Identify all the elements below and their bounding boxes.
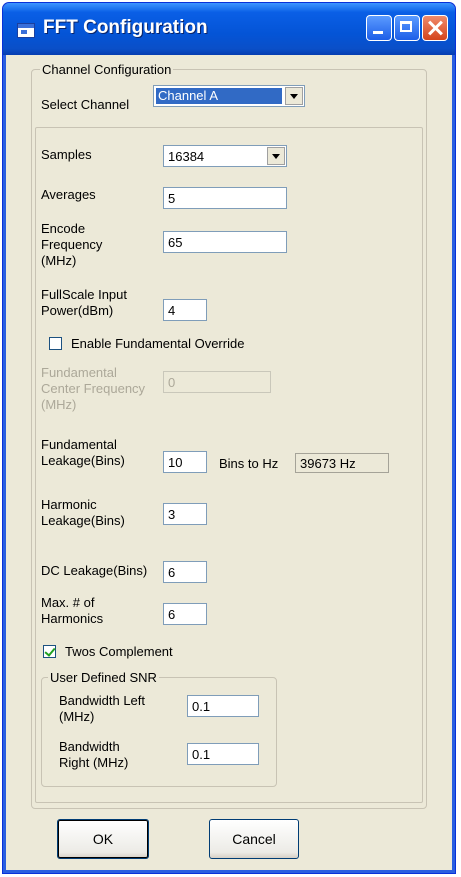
- title-bar[interactable]: FFT Configuration: [3, 3, 455, 55]
- fundamental-center-label-line1: Fundamental: [41, 365, 117, 380]
- fft-configuration-window: FFT Configuration Channel Configuration …: [2, 2, 456, 874]
- max-harmonics-input[interactable]: 6: [163, 603, 207, 625]
- max-harmonics-label-line1: Max. # of: [41, 595, 95, 610]
- minimize-button[interactable]: [366, 15, 392, 41]
- chevron-down-icon[interactable]: [267, 147, 285, 165]
- fullscale-input-label-line2: Power(dBm): [41, 303, 114, 318]
- averages-input[interactable]: 5: [163, 187, 287, 209]
- fundamental-center-frequency-input[interactable]: 0: [163, 371, 271, 393]
- user-defined-snr-legend: User Defined SNR: [48, 670, 159, 685]
- harmonic-leakage-label-line1: Harmonic: [41, 497, 97, 512]
- fundamental-leakage-input[interactable]: 10: [163, 451, 207, 473]
- twos-complement-label[interactable]: Twos Complement: [65, 644, 173, 659]
- harmonic-leakage-label-line2: Leakage(Bins): [41, 513, 125, 528]
- twos-complement-checkbox[interactable]: [43, 645, 56, 658]
- samples-select[interactable]: 16384: [163, 145, 287, 167]
- dc-leakage-input[interactable]: 6: [163, 561, 207, 583]
- close-button[interactable]: [422, 15, 448, 41]
- dc-leakage-label: DC Leakage(Bins): [41, 563, 148, 578]
- channel-configuration-legend: Channel Configuration: [40, 62, 174, 77]
- bandwidth-right-label-line2: Right (MHz): [59, 755, 129, 770]
- bins-to-hz-value: 39673 Hz: [295, 453, 389, 473]
- encode-frequency-label-line3: (MHz): [41, 253, 77, 268]
- channel-select-value: Channel A: [158, 88, 218, 103]
- averages-label: Averages: [41, 187, 96, 202]
- bandwidth-left-label-line2: (MHz): [59, 709, 95, 724]
- bandwidth-right-input[interactable]: 0.1: [187, 743, 259, 765]
- fundamental-center-label-line3: (MHz): [41, 397, 77, 412]
- enable-fundamental-override-checkbox[interactable]: [49, 337, 62, 350]
- chevron-down-icon[interactable]: [285, 87, 303, 105]
- bins-to-hz-label: Bins to Hz: [219, 456, 279, 471]
- enable-fundamental-override-label[interactable]: Enable Fundamental Override: [71, 336, 244, 351]
- bandwidth-right-label-line1: Bandwidth: [59, 739, 120, 754]
- encode-frequency-label-line2: Frequency: [41, 237, 103, 252]
- fundamental-center-label-line2: Center Frequency: [41, 381, 146, 396]
- bandwidth-left-label-line1: Bandwidth Left: [59, 693, 146, 708]
- max-harmonics-label-line2: Harmonics: [41, 611, 104, 626]
- cancel-button[interactable]: Cancel: [209, 819, 299, 859]
- fullscale-power-input[interactable]: 4: [163, 299, 207, 321]
- channel-select-highlight: Channel A: [156, 88, 282, 104]
- bandwidth-left-input[interactable]: 0.1: [187, 695, 259, 717]
- maximize-button[interactable]: [394, 15, 420, 41]
- samples-select-value: 16384: [168, 149, 205, 164]
- channel-select[interactable]: Channel A: [153, 85, 305, 107]
- encode-frequency-input[interactable]: 65: [163, 231, 287, 253]
- select-channel-label: Select Channel: [41, 97, 130, 112]
- fundamental-leakage-label-line1: Fundamental: [41, 437, 117, 452]
- samples-label: Samples: [41, 147, 92, 162]
- encode-frequency-label-line1: Encode: [41, 221, 86, 236]
- fundamental-leakage-label-line2: Leakage(Bins): [41, 453, 125, 468]
- fullscale-input-label-line1: FullScale Input: [41, 287, 127, 302]
- window-app-icon: [17, 23, 35, 38]
- ok-button[interactable]: OK: [57, 819, 149, 859]
- window-title: FFT Configuration: [43, 17, 208, 38]
- harmonic-leakage-input[interactable]: 3: [163, 503, 207, 525]
